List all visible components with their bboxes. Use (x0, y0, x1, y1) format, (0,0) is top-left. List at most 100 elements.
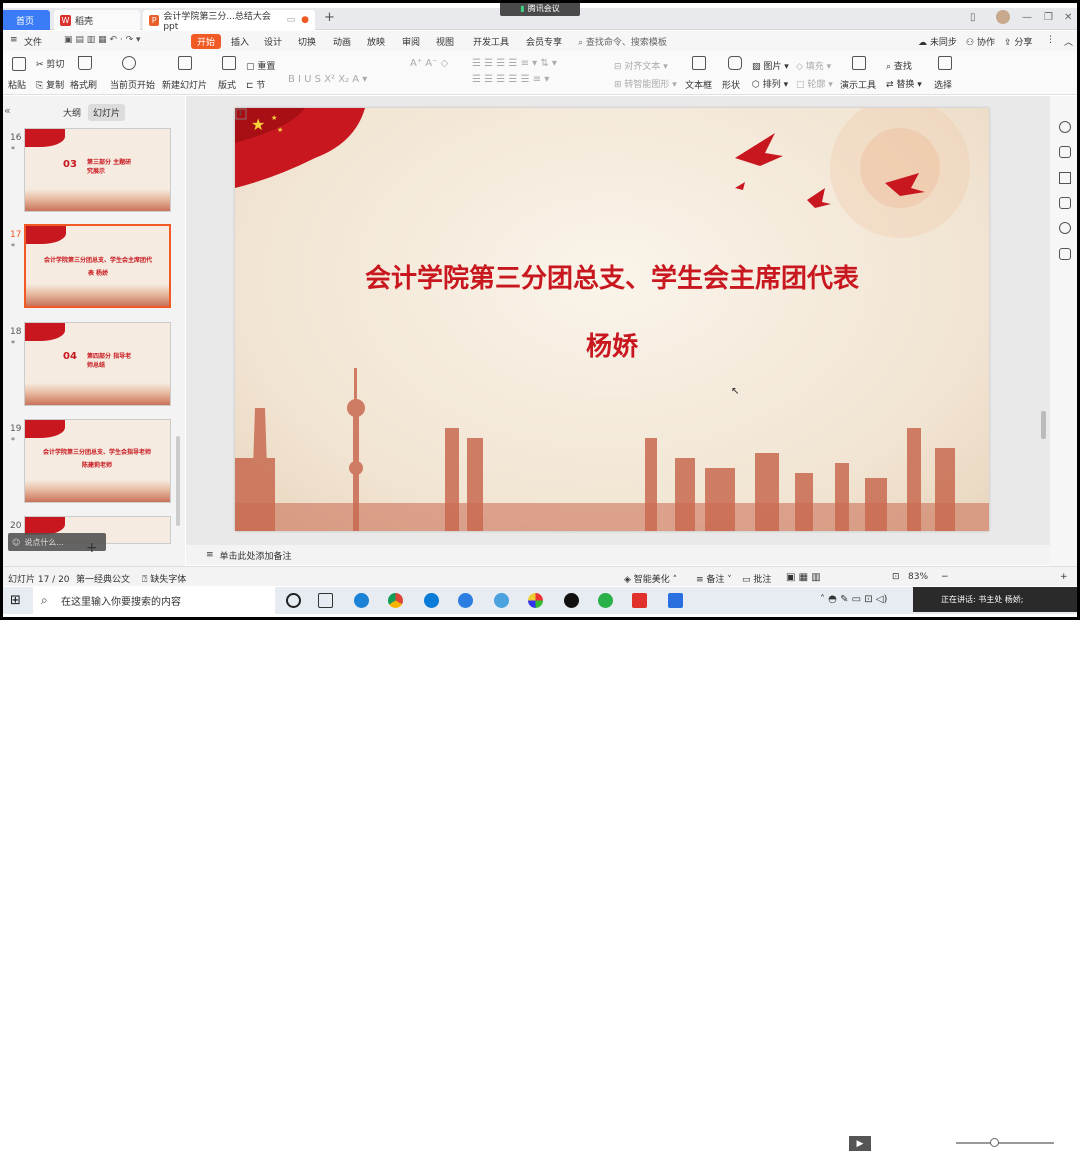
qq-icon[interactable] (564, 593, 579, 608)
find-button[interactable]: ⌕ 查找 (886, 59, 912, 72)
notes-area[interactable]: ≡ 单击此处添加备注 (186, 545, 1050, 565)
comments-button[interactable]: ▭ 批注 (742, 572, 771, 585)
zoom-in-icon[interactable]: + (1060, 572, 1068, 582)
meeting-indicator[interactable]: ▮ 腾讯会议 (500, 0, 580, 16)
font-style-buttons[interactable]: B I U S X² X₂ A ▾ (288, 74, 367, 85)
tab-monitor-icon[interactable]: ▭ (287, 15, 296, 25)
align-text-button[interactable]: ⊟ 对齐文本 ▾ (614, 59, 668, 72)
close-icon[interactable]: ✕ (1064, 12, 1072, 23)
wechat-icon[interactable] (598, 593, 613, 608)
section-button[interactable]: ⊏ 节 (246, 78, 265, 91)
slide-thumbnail-17[interactable]: 会计学院第三分团总支、学生会主席团代表 杨娇 (24, 224, 171, 308)
collapse-ribbon-icon[interactable]: ︿ (1064, 35, 1073, 48)
new-slide-button[interactable]: 新建幻灯片 (162, 78, 207, 91)
align-buttons[interactable]: ☰ ☰ ☰ ☰ ☰ ≡ ▾ (472, 74, 549, 85)
paste-button[interactable]: 粘贴 (8, 78, 26, 91)
menu-home[interactable]: 开始 (191, 34, 222, 49)
menu-developer[interactable]: 开发工具 (473, 35, 509, 48)
shape-icon[interactable] (728, 56, 742, 70)
menu-insert[interactable]: 插入 (231, 35, 249, 48)
command-search[interactable]: ⌕ 查找命令、搜索模板 (578, 35, 667, 48)
add-slide-icon[interactable]: + (86, 540, 98, 556)
menu-animation[interactable]: 动画 (333, 35, 351, 48)
current-slide[interactable]: ★ ★ ★ 1 会计学院第三分团总支、学生会主席团代表 杨娇 (235, 108, 989, 531)
copy-icon[interactable] (1059, 197, 1071, 209)
zoom-level[interactable]: 83% (908, 572, 928, 582)
new-tab-icon[interactable]: + (324, 10, 335, 25)
cut-button[interactable]: ✂ 剪切 (36, 57, 64, 70)
zoom-slider[interactable] (956, 1142, 1054, 1144)
canvas-scrollbar[interactable] (1041, 411, 1046, 439)
picture-button[interactable]: ▨ 图片 ▾ (752, 59, 789, 72)
tab-wps[interactable]: W 稻壳 (54, 10, 140, 30)
fit-icon[interactable]: ⊡ (892, 572, 900, 582)
zoom-out-icon[interactable]: − (941, 572, 949, 582)
tab-slides[interactable]: 幻灯片 (88, 104, 126, 121)
taskbar-search[interactable]: ⌕ 在这里输入你要搜索的内容 (33, 587, 275, 614)
layout-button[interactable]: 版式 (218, 78, 236, 91)
select-button[interactable]: 选择 (934, 78, 952, 91)
menu-member[interactable]: 会员专享 (526, 35, 562, 48)
slide-thumbnail-18[interactable]: 04 第四部分 指导老师总结 (24, 322, 171, 406)
shape-button[interactable]: 形状 (722, 78, 740, 91)
missing-font-button[interactable]: ⍰ 缺失字体 (142, 572, 186, 585)
restore-icon[interactable]: ❐ (1044, 12, 1053, 23)
tray-icons[interactable]: ˄ ◓ ✎ ▭ ⊡ ◁) (820, 594, 887, 605)
select-icon[interactable] (938, 56, 952, 70)
textbox-icon[interactable] (692, 56, 706, 70)
meeting-app-icon[interactable] (668, 593, 683, 608)
paste-icon[interactable] (12, 57, 26, 71)
outline-button[interactable]: □ 轮廓 ▾ (796, 77, 833, 90)
edge-icon[interactable] (424, 593, 439, 608)
app-icon[interactable] (528, 593, 543, 608)
app-icon[interactable] (458, 593, 473, 608)
animation-icon[interactable] (1059, 121, 1071, 133)
layout-icon[interactable] (222, 56, 236, 70)
fill-button[interactable]: ◇ 填充 ▾ (796, 59, 831, 72)
convert-smartart-button[interactable]: ⊞ 转智能图形 ▾ (614, 77, 677, 90)
textbox-button[interactable]: 文本框 (685, 78, 712, 91)
sync-button[interactable]: ☁ 未同步 (918, 35, 957, 48)
view-mode-buttons[interactable]: ▣ ▦ ▥ (786, 572, 821, 583)
play-slideshow-button[interactable]: ▶ (849, 1136, 871, 1151)
reset-button[interactable]: ▢ 重置 (246, 59, 275, 72)
format-painter-icon[interactable] (78, 56, 92, 70)
menu-design[interactable]: 设计 (264, 35, 282, 48)
chrome-icon[interactable] (388, 593, 403, 608)
ie-icon[interactable] (354, 593, 369, 608)
tab-document[interactable]: P 会计学院第三分...总结大会ppt ▭ ● (143, 10, 315, 32)
minimize-icon[interactable]: — (1022, 12, 1032, 23)
presentation-tools-button[interactable]: 演示工具 (840, 78, 876, 91)
menu-review[interactable]: 审阅 (402, 35, 420, 48)
notes-button[interactable]: ≡ 备注 ˅ (696, 572, 732, 585)
task-view-icon[interactable] (318, 593, 333, 608)
menu-slideshow[interactable]: 放映 (367, 35, 385, 48)
format-painter-button[interactable]: 格式刷 (70, 78, 97, 91)
avatar[interactable] (996, 10, 1010, 24)
help-icon[interactable] (1059, 222, 1071, 234)
app-icon[interactable] (494, 593, 509, 608)
play-icon[interactable] (122, 56, 136, 70)
share-button[interactable]: ⇪ 分享 (1004, 35, 1032, 48)
arrange-button[interactable]: ⬡ 排列 ▾ (752, 77, 788, 90)
windows-start-icon[interactable]: ⊞ (10, 593, 21, 608)
beautify-button[interactable]: ◈ 智能美化 ˄ (624, 572, 677, 585)
paragraph-buttons[interactable]: ☰ ☰ ☰ ☰ ≡ ▾ ⇅ ▾ (472, 58, 557, 69)
more-icon[interactable]: ⋮ (1046, 35, 1055, 45)
tools-icon[interactable] (1059, 248, 1071, 260)
new-slide-icon[interactable] (178, 56, 192, 70)
cortana-icon[interactable] (286, 593, 301, 608)
star-icon[interactable] (1059, 172, 1071, 184)
presentation-tools-icon[interactable] (852, 56, 866, 70)
wps-icon[interactable] (632, 593, 647, 608)
menu-transition[interactable]: 切换 (298, 35, 316, 48)
zoom-slider-handle[interactable] (990, 1138, 999, 1147)
menu-view[interactable]: 视图 (436, 35, 454, 48)
hamburger-icon[interactable]: ≡ (10, 35, 18, 45)
collapse-panel-icon[interactable]: « (4, 104, 11, 117)
tab-outline[interactable]: 大纲 (58, 104, 86, 121)
slide-thumbnail-19[interactable]: 会计学院第三分团总支、学生会指导老师 陈建莉老师 (24, 419, 171, 503)
menu-file[interactable]: 文件 (24, 35, 42, 48)
copy-button[interactable]: ⎘ 复制 (36, 78, 64, 91)
window-layout-icon[interactable]: ▯ (970, 12, 976, 23)
